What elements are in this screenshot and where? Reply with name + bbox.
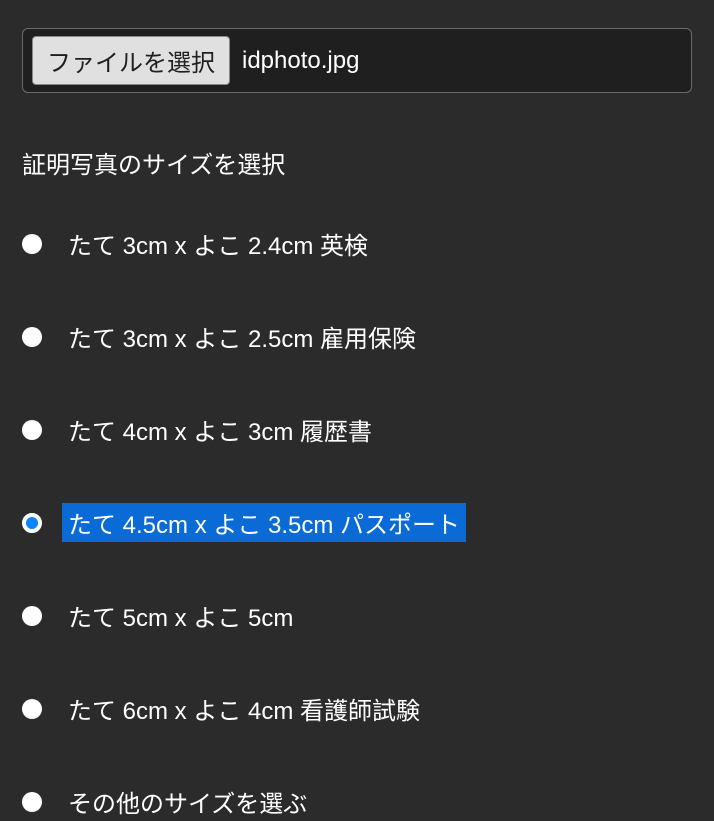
radio-icon[interactable]: [22, 606, 42, 626]
size-option-6[interactable]: その他のサイズを選ぶ: [22, 782, 692, 821]
size-option-label: たて 4cm x よこ 3cm 履歴書: [62, 410, 378, 449]
size-option-label: たて 5cm x よこ 5cm: [62, 596, 299, 635]
radio-icon[interactable]: [22, 699, 42, 719]
radio-icon[interactable]: [22, 327, 42, 347]
size-option-3[interactable]: たて 4.5cm x よこ 3.5cm パスポート: [22, 503, 692, 542]
file-select-button[interactable]: ファイルを選択: [32, 36, 230, 85]
file-name-label: idphoto.jpg: [242, 47, 359, 75]
radio-icon[interactable]: [22, 234, 42, 254]
file-input-row[interactable]: ファイルを選択 idphoto.jpg: [22, 28, 692, 93]
size-select-heading: 証明写真のサイズを選択: [22, 145, 692, 180]
radio-icon[interactable]: [22, 420, 42, 440]
size-option-1[interactable]: たて 3cm x よこ 2.5cm 雇用保険: [22, 317, 692, 356]
radio-icon[interactable]: [22, 792, 42, 812]
radio-icon[interactable]: [22, 513, 42, 533]
size-option-label: その他のサイズを選ぶ: [62, 782, 313, 821]
size-option-2[interactable]: たて 4cm x よこ 3cm 履歴書: [22, 410, 692, 449]
size-option-label: たて 4.5cm x よこ 3.5cm パスポート: [62, 503, 466, 542]
size-option-label: たて 3cm x よこ 2.5cm 雇用保険: [62, 317, 422, 356]
size-option-0[interactable]: たて 3cm x よこ 2.4cm 英検: [22, 224, 692, 263]
size-option-label: たて 3cm x よこ 2.4cm 英検: [62, 224, 374, 263]
size-radio-list: たて 3cm x よこ 2.4cm 英検たて 3cm x よこ 2.5cm 雇用…: [22, 224, 692, 821]
size-option-label: たて 6cm x よこ 4cm 看護師試験: [62, 689, 426, 728]
size-option-5[interactable]: たて 6cm x よこ 4cm 看護師試験: [22, 689, 692, 728]
size-option-4[interactable]: たて 5cm x よこ 5cm: [22, 596, 692, 635]
